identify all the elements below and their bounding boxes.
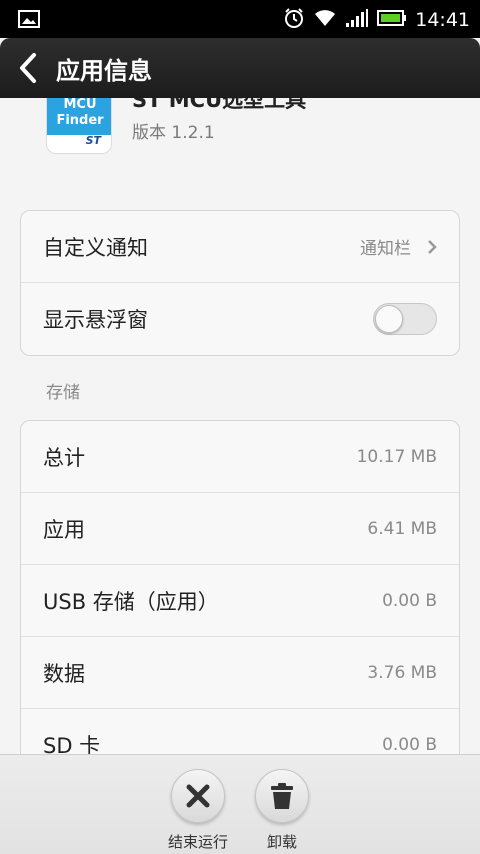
app-name: ST MCU选型工具 bbox=[132, 98, 307, 112]
chevron-left-icon bbox=[20, 53, 36, 83]
status-bar: 14:41 bbox=[0, 0, 480, 38]
wifi-icon bbox=[313, 8, 337, 32]
floating-window-row: 显示悬浮窗 bbox=[21, 283, 459, 355]
app-header: MCU Finder ST ST MCU选型工具 版本 1.2.1 bbox=[0, 98, 480, 160]
trash-icon bbox=[271, 783, 293, 809]
app-icon: MCU Finder ST bbox=[46, 98, 112, 154]
storage-card: 总计 10.17 MB 应用 6.41 MB USB 存储（应用） 0.00 B… bbox=[20, 420, 460, 754]
storage-row-data: 数据 3.76 MB bbox=[21, 637, 459, 709]
back-button[interactable] bbox=[0, 38, 56, 98]
chevron-right-icon bbox=[428, 239, 437, 254]
bottom-action-bar: 结束运行 卸载 bbox=[0, 754, 480, 854]
storage-row-app: 应用 6.41 MB bbox=[21, 493, 459, 565]
content-scroll[interactable]: MCU Finder ST ST MCU选型工具 版本 1.2.1 自定义通知 … bbox=[0, 98, 480, 754]
alarm-icon bbox=[283, 7, 305, 33]
uninstall-button[interactable]: 卸载 bbox=[242, 769, 322, 852]
uninstall-label: 卸载 bbox=[266, 833, 297, 851]
custom-notification-row[interactable]: 自定义通知 通知栏 bbox=[21, 211, 459, 283]
force-stop-button[interactable]: 结束运行 bbox=[158, 769, 238, 852]
storage-row-total: 总计 10.17 MB bbox=[21, 421, 459, 493]
gallery-notification-icon bbox=[18, 10, 40, 32]
storage-row-usb: USB 存储（应用） 0.00 B bbox=[21, 565, 459, 637]
settings-card: 自定义通知 通知栏 显示悬浮窗 bbox=[20, 210, 460, 356]
battery-icon bbox=[377, 9, 407, 31]
force-stop-label: 结束运行 bbox=[167, 833, 228, 851]
storage-row-sdcard: SD 卡 0.00 B bbox=[43, 734, 437, 754]
signal-icon bbox=[345, 8, 369, 32]
page-title: 应用信息 bbox=[56, 56, 152, 85]
floating-window-toggle[interactable] bbox=[373, 303, 437, 335]
app-version: 版本 1.2.1 bbox=[132, 123, 215, 143]
clock: 14:41 bbox=[415, 9, 470, 31]
custom-notification-value: 通知栏 bbox=[360, 239, 411, 259]
close-icon bbox=[186, 784, 210, 808]
storage-section-title: 存储 bbox=[46, 383, 80, 403]
title-bar: 应用信息 bbox=[0, 38, 480, 98]
